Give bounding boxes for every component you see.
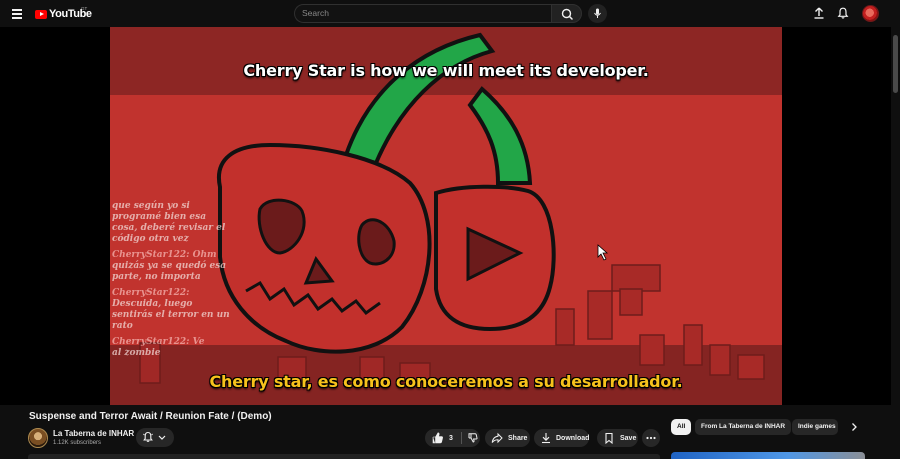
chat-line: código otra vez (112, 234, 189, 244)
subscription-bell-button[interactable] (136, 428, 174, 447)
notifications-bell-icon[interactable] (836, 6, 850, 20)
chevron-down-icon (158, 435, 166, 440)
search-icon (561, 8, 573, 20)
chip-all[interactable]: All (671, 419, 692, 435)
bell-icon (143, 431, 166, 442)
menu-icon[interactable] (12, 9, 22, 19)
microphone-icon (594, 8, 601, 18)
search-input[interactable] (302, 8, 542, 18)
search-button[interactable] (551, 4, 582, 23)
page-scrollbar[interactable] (891, 27, 900, 459)
subscriber-count: 1.12K subscribers (53, 440, 102, 446)
logo-country-code: GT (81, 6, 88, 11)
chat-line: CherryStar122: Ohm (112, 250, 217, 260)
upload-icon[interactable] (812, 6, 826, 20)
save-label: Save (620, 434, 637, 442)
channel-avatar[interactable] (28, 428, 48, 448)
like-dislike-group: 3 (425, 429, 480, 447)
chat-line: al zombie (112, 348, 161, 358)
bookmark-icon (605, 432, 613, 445)
recommended-video-thumbnail[interactable] (671, 452, 865, 459)
save-button[interactable]: Save (597, 429, 638, 447)
like-icon[interactable] (428, 429, 446, 447)
chat-line: programé bien esa (112, 212, 207, 222)
top-bar: YouTube GT (0, 0, 900, 27)
like-count[interactable]: 3 (449, 435, 453, 442)
download-icon (542, 433, 550, 444)
caption-top: Cherry Star is how we will meet its deve… (243, 61, 649, 80)
chat-line: CherryStar122: (112, 288, 190, 298)
dislike-icon[interactable] (466, 431, 480, 445)
scrollbar-thumb[interactable] (893, 35, 898, 93)
chat-line: que según yo si (112, 201, 190, 211)
chat-line: quizás ya se quedó esa (112, 261, 227, 271)
chat-line: sentirás el terror en un (112, 310, 230, 320)
chat-line: CherryStar122: Ve (112, 337, 205, 347)
download-button[interactable]: Download (534, 429, 589, 447)
chip-from-channel[interactable]: From La Taberna de INHAR (695, 419, 792, 435)
chat-line: Descuida, luego (112, 299, 193, 309)
video-title: Suspense and Terror Await / Reunion Fate… (29, 411, 272, 422)
caption-bottom: Cherry star, es como conoceremos a su de… (209, 372, 683, 391)
voice-search-button[interactable] (588, 4, 607, 23)
account-avatar[interactable] (862, 5, 879, 22)
search-box[interactable] (294, 4, 551, 23)
embedded-chat-text: que según yo si programé bien esa cosa, … (112, 201, 244, 359)
chevron-right-icon[interactable] (848, 421, 860, 433)
share-label: Share (508, 434, 528, 442)
chat-line: parte, no importa (112, 272, 201, 282)
chip-indie-games[interactable]: Indie games (792, 419, 838, 435)
channel-name[interactable]: La Taberna de INHAR (53, 429, 134, 438)
chat-line: cosa, deberé revisar el (112, 223, 226, 233)
video-frame[interactable]: que según yo si programé bien esa cosa, … (110, 27, 782, 405)
description-panel-edge (28, 454, 660, 459)
share-button[interactable]: Share (485, 429, 530, 447)
more-actions-button[interactable] (642, 429, 660, 447)
more-horizontal-icon (646, 436, 656, 440)
chat-line: rato (112, 321, 133, 331)
share-icon (491, 432, 503, 444)
download-label: Download (556, 434, 590, 442)
video-player[interactable]: que según yo si programé bien esa cosa, … (0, 27, 891, 405)
youtube-play-icon (35, 9, 47, 19)
